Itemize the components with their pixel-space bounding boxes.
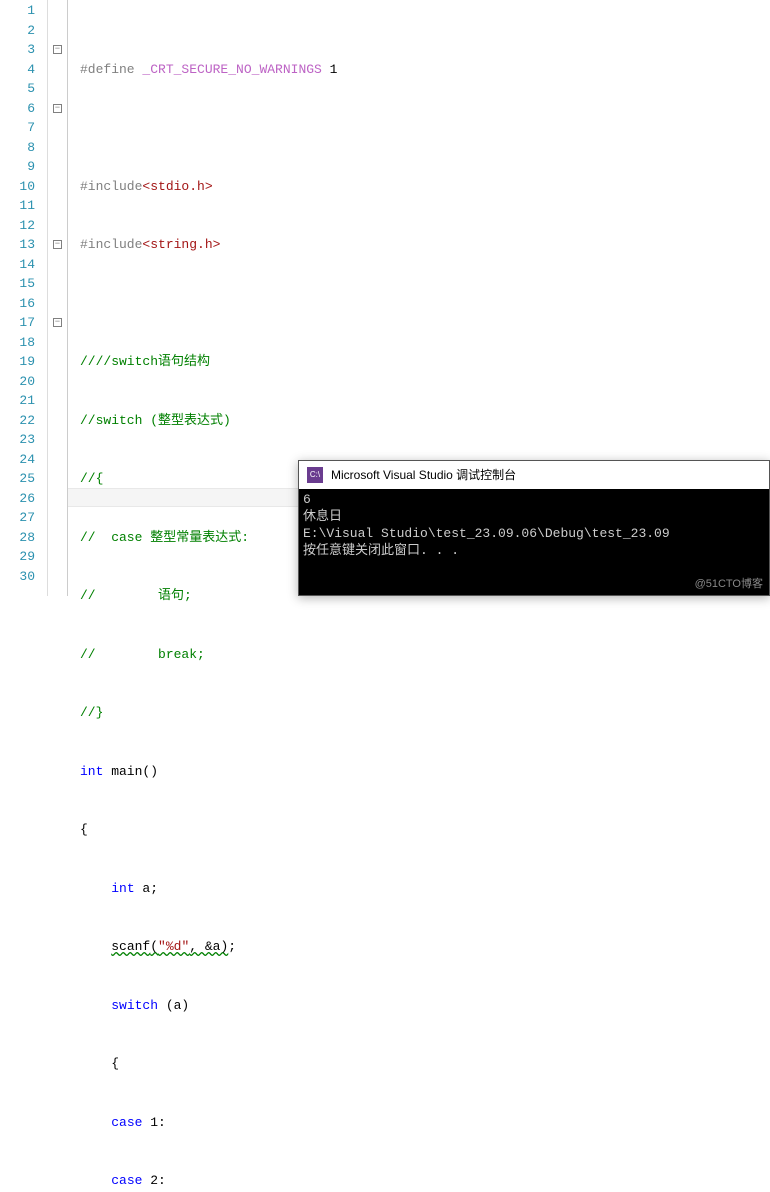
line-number-gutter: 1 2 3 4 5 6 7 8 9 10 11 12 13 14 15 16 1…: [0, 0, 48, 596]
line-number: 17: [0, 313, 35, 333]
line-number: 14: [0, 255, 35, 275]
line-number: 22: [0, 411, 35, 431]
code-line[interactable]: //}: [80, 703, 770, 723]
code-line[interactable]: int main(): [80, 762, 770, 782]
line-number: 24: [0, 450, 35, 470]
line-number: 7: [0, 118, 35, 138]
line-number: 28: [0, 528, 35, 548]
fold-toggle-icon[interactable]: −: [48, 99, 67, 119]
code-line[interactable]: {: [80, 820, 770, 840]
console-titlebar[interactable]: C:\ Microsoft Visual Studio 调试控制台: [299, 461, 769, 489]
code-line[interactable]: // break;: [80, 645, 770, 665]
console-line: 6: [303, 492, 311, 507]
code-line[interactable]: scanf("%d", &a);: [80, 937, 770, 957]
watermark: @51CTO博客: [695, 575, 763, 591]
code-line[interactable]: switch (a): [80, 996, 770, 1016]
code-line[interactable]: [80, 118, 770, 138]
line-number: 12: [0, 216, 35, 236]
line-number: 27: [0, 508, 35, 528]
line-number: 23: [0, 430, 35, 450]
line-number: 19: [0, 352, 35, 372]
line-number: 30: [0, 567, 35, 587]
code-line[interactable]: {: [80, 1054, 770, 1074]
line-number: 10: [0, 177, 35, 197]
line-number: 16: [0, 294, 35, 314]
console-line: E:\Visual Studio\test_23.09.06\Debug\tes…: [303, 526, 670, 541]
fold-column: − − − −: [48, 0, 68, 596]
line-number: 18: [0, 333, 35, 353]
code-line[interactable]: int a;: [80, 879, 770, 899]
line-number: 26: [0, 489, 35, 509]
line-number: 6: [0, 99, 35, 119]
code-line[interactable]: #include<stdio.h>: [80, 177, 770, 197]
code-line[interactable]: //switch (整型表达式): [80, 411, 770, 431]
console-output[interactable]: 6 休息日 E:\Visual Studio\test_23.09.06\Deb…: [299, 489, 769, 561]
line-number: 8: [0, 138, 35, 158]
line-number: 13: [0, 235, 35, 255]
code-line[interactable]: case 1:: [80, 1113, 770, 1133]
code-line[interactable]: ////switch语句结构: [80, 352, 770, 372]
line-number: 1: [0, 1, 35, 21]
fold-toggle-icon[interactable]: −: [48, 313, 67, 333]
line-number: 11: [0, 196, 35, 216]
line-number: 25: [0, 469, 35, 489]
line-number: 2: [0, 21, 35, 41]
line-number: 15: [0, 274, 35, 294]
fold-toggle-icon[interactable]: −: [48, 235, 67, 255]
line-number: 20: [0, 372, 35, 392]
console-line: 按任意键关闭此窗口. . .: [303, 543, 459, 558]
line-number: 29: [0, 547, 35, 567]
code-line[interactable]: #define _CRT_SECURE_NO_WARNINGS 1: [80, 60, 770, 80]
debug-console-window[interactable]: C:\ Microsoft Visual Studio 调试控制台 6 休息日 …: [298, 460, 770, 596]
line-number: 21: [0, 391, 35, 411]
line-number: 4: [0, 60, 35, 80]
line-number: 5: [0, 79, 35, 99]
fold-toggle-icon[interactable]: −: [48, 40, 67, 60]
console-title-text: Microsoft Visual Studio 调试控制台: [331, 461, 516, 489]
line-number: 9: [0, 157, 35, 177]
console-line: 休息日: [303, 509, 342, 524]
line-number: 3: [0, 40, 35, 60]
code-line[interactable]: #include<string.h>: [80, 235, 770, 255]
console-icon: C:\: [307, 467, 323, 483]
code-line[interactable]: [80, 294, 770, 314]
code-line[interactable]: case 2:: [80, 1171, 770, 1191]
